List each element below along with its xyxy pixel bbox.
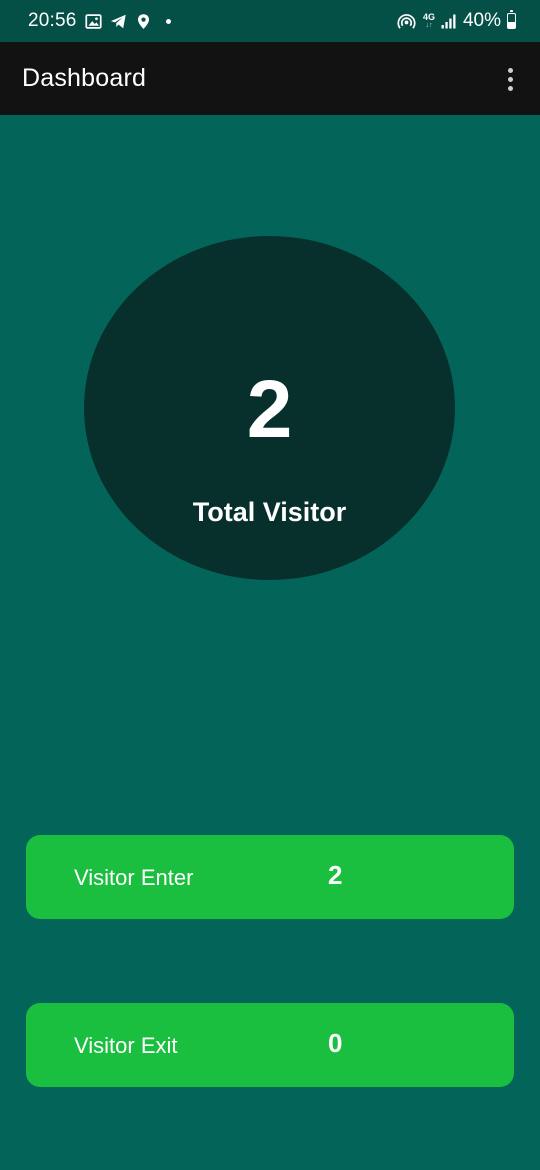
battery-percent: 40%: [462, 10, 501, 31]
hotspot-icon: [396, 11, 417, 32]
visitor-exit-card[interactable]: Visitor Exit 0: [26, 1003, 514, 1087]
signal-icon: [441, 13, 457, 29]
status-time: 20:56: [28, 10, 77, 31]
status-left: 20:56: [28, 9, 171, 33]
battery-icon: [507, 10, 516, 29]
location-icon: [135, 13, 152, 30]
visitor-enter-card[interactable]: Visitor Enter 2: [26, 835, 514, 919]
visitor-enter-label: Visitor Enter: [74, 865, 194, 890]
total-visitor-label: Total Visitor: [192, 497, 347, 527]
menu-dot: [507, 76, 513, 82]
battery-fill: [508, 22, 515, 28]
visitor-exit-label: Visitor Exit: [74, 1033, 178, 1058]
app-bar: Dashboard: [0, 42, 540, 115]
status-bar: 20:56 4G ↓↑ 40%: [0, 0, 540, 42]
telegram-icon: [110, 13, 127, 30]
menu-dot: [507, 67, 513, 73]
status-right: 4G ↓↑ 40%: [396, 9, 516, 33]
total-visitor-circle: 2 Total Visitor: [84, 236, 455, 580]
network-indicator: 4G ↓↑: [422, 12, 435, 30]
network-arrows: ↓↑: [425, 22, 433, 29]
image-icon: [84, 13, 102, 30]
visitor-enter-value: 2: [328, 860, 343, 890]
more-vert-icon[interactable]: [498, 62, 522, 96]
visitor-exit-value: 0: [328, 1028, 343, 1058]
total-visitor-count: 2: [246, 364, 293, 455]
notification-dot: [165, 18, 171, 24]
network-type: 4G: [422, 12, 435, 22]
menu-dot: [507, 85, 513, 91]
page-title: Dashboard: [22, 64, 147, 92]
